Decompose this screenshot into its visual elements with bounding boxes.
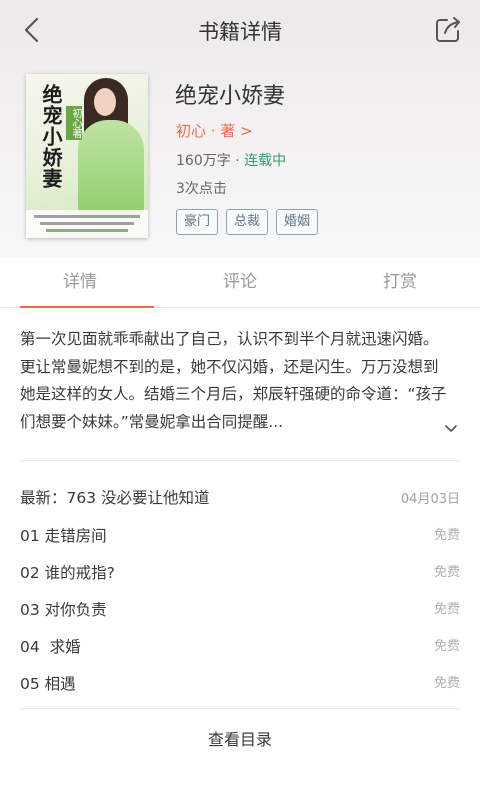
latest-chapter-title: 最新：763 没必要让他知道 — [20, 489, 210, 507]
expand-synopsis-button[interactable] — [440, 418, 462, 440]
author-link[interactable]: 初心 · 著 > — [176, 120, 253, 141]
nav-bar: 书籍详情 — [0, 0, 480, 62]
active-tab-indicator — [20, 306, 154, 308]
serial-status: 连载中 — [244, 153, 287, 169]
latest-chapter-date: 04月03日 — [400, 492, 460, 507]
chapter-price: 免费 — [433, 528, 460, 543]
latest-chapter-row[interactable]: 最新：763 没必要让他知道 04月03日 — [20, 486, 460, 508]
tag-item[interactable]: 婚姻 — [276, 209, 319, 235]
tab-comments[interactable]: 评论 — [160, 258, 320, 307]
chapter-title: 02 谁的戒指? — [20, 564, 115, 582]
tab-reward[interactable]: 打赏 — [320, 258, 480, 307]
synopsis-text: 第一次见面就乖乖献出了自己，认识不到半个月就迅速闪婚。更让常曼妮想不到的是，她不… — [20, 330, 447, 431]
book-name: 绝宠小娇妻 — [175, 84, 286, 109]
view-catalog-button[interactable]: 查看目录 — [0, 726, 480, 750]
tag-item[interactable]: 豪门 — [176, 209, 219, 235]
tab-details[interactable]: 详情 — [0, 258, 160, 307]
chapter-price: 免费 — [433, 602, 460, 617]
cover-author: 初心著 — [66, 106, 82, 140]
cover-blurb-band — [26, 210, 148, 238]
chapter-price: 免费 — [433, 565, 460, 580]
chevron-down-icon — [445, 425, 457, 432]
tag-list: 豪门 总裁 婚姻 — [176, 209, 319, 235]
book-meta: 160万字 · 连载中 — [176, 150, 286, 170]
cover-figure-dress — [78, 120, 144, 216]
chapter-row[interactable]: 03 对你负责 免费 — [20, 598, 460, 628]
chapter-row[interactable]: 05 相遇 免费 — [20, 672, 460, 702]
tab-bar: 详情 评论 打赏 — [0, 258, 480, 308]
click-count: 3次点击 — [176, 181, 227, 197]
page-title: 书籍详情 — [198, 20, 282, 44]
chapter-row[interactable]: 04 求婚 免费 — [20, 635, 460, 665]
chapter-price: 免费 — [433, 676, 460, 691]
book-cover[interactable]: 绝宠小娇妻 初心著 — [26, 74, 148, 238]
chapter-row[interactable]: 01 走错房间 免费 — [20, 524, 460, 554]
word-count: 160万字 · — [176, 153, 245, 169]
share-button[interactable] — [430, 12, 466, 48]
share-icon — [436, 17, 460, 42]
chapter-price: 免费 — [433, 639, 460, 654]
chapter-title: 04 求婚 — [20, 638, 81, 656]
chapter-title: 01 走错房间 — [20, 527, 107, 545]
tag-item[interactable]: 总裁 — [226, 209, 269, 235]
cover-figure-face — [94, 88, 116, 116]
chapter-title: 03 对你负责 — [20, 601, 107, 619]
cover-title: 绝宠小娇妻 — [39, 84, 63, 189]
chapter-title: 05 相遇 — [20, 675, 76, 693]
divider — [20, 708, 460, 709]
divider — [20, 460, 460, 461]
chapter-row[interactable]: 02 谁的戒指? 免费 — [20, 561, 460, 591]
